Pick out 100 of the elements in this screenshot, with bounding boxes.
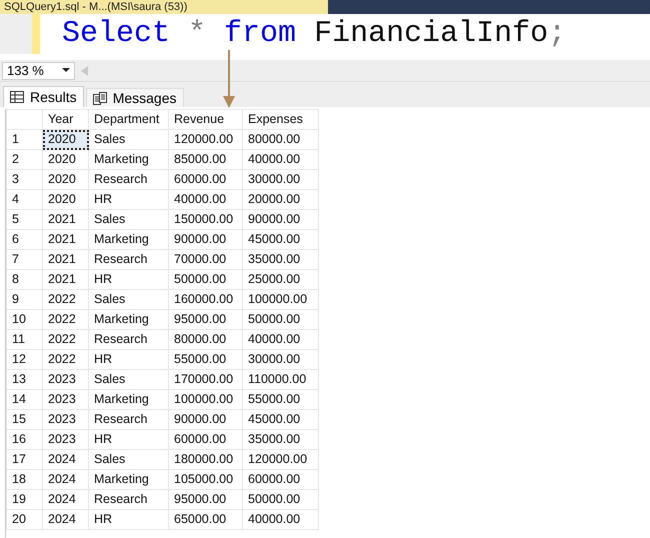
- table-cell: Sales: [88, 450, 168, 470]
- table-cell: 45000.00: [242, 230, 318, 250]
- table-cell: 170000.00: [168, 370, 242, 390]
- grid-icon: [10, 91, 24, 103]
- table-cell: 120000.00: [168, 130, 242, 150]
- table-cell: 2020: [42, 170, 88, 190]
- row-number: 3: [6, 170, 42, 190]
- table-cell: HR: [88, 350, 168, 370]
- table-cell: 2022: [42, 330, 88, 350]
- table-cell: Sales: [88, 210, 168, 230]
- row-number: 13: [6, 370, 42, 390]
- row-number: 14: [6, 390, 42, 410]
- table-cell: 2023: [42, 430, 88, 450]
- table-cell: 2024: [42, 470, 88, 490]
- row-number: 6: [6, 230, 42, 250]
- table-cell: 2021: [42, 210, 88, 230]
- table-cell: Marketing: [88, 230, 168, 250]
- column-header[interactable]: Department: [88, 110, 168, 130]
- table-cell: HR: [88, 510, 168, 530]
- table-cell: 50000.00: [242, 310, 318, 330]
- table-cell: 90000.00: [242, 210, 318, 230]
- table-cell: 2024: [42, 450, 88, 470]
- table-cell: 40000.00: [242, 510, 318, 530]
- table-cell: 80000.00: [168, 330, 242, 350]
- table-cell: 2022: [42, 350, 88, 370]
- table-cell: 2020: [42, 150, 88, 170]
- table-cell: 85000.00: [168, 150, 242, 170]
- table-cell: 150000.00: [168, 210, 242, 230]
- table-cell: 100000.00: [242, 290, 318, 310]
- document-icon: [92, 92, 107, 104]
- table-cell: 70000.00: [168, 250, 242, 270]
- table-cell: Sales: [88, 130, 168, 150]
- row-number: 16: [6, 430, 42, 450]
- table-cell: Sales: [88, 370, 168, 390]
- result-tab[interactable]: Results: [3, 86, 84, 107]
- row-number: 2: [6, 150, 42, 170]
- table-cell: 45000.00: [242, 410, 318, 430]
- row-number: 18: [6, 470, 42, 490]
- table-cell: 30000.00: [242, 170, 318, 190]
- table-cell: 2023: [42, 410, 88, 430]
- table-cell: 90000.00: [168, 230, 242, 250]
- table-cell: 35000.00: [242, 250, 318, 270]
- table-cell: 120000.00: [242, 450, 318, 470]
- arrow-annotation: [223, 50, 235, 108]
- table-cell: 20000.00: [242, 190, 318, 210]
- column-header[interactable]: Revenue: [168, 110, 242, 130]
- column-header[interactable]: Expenses: [242, 110, 318, 130]
- table-cell: 2021: [42, 250, 88, 270]
- table-cell: HR: [88, 270, 168, 290]
- table-cell: 65000.00: [168, 510, 242, 530]
- row-number: 19: [6, 490, 42, 510]
- table-cell: 95000.00: [168, 490, 242, 510]
- row-number: 10: [6, 310, 42, 330]
- change-indicator-bar: [32, 14, 40, 54]
- document-tab[interactable]: SQLQuery1.sql - M...(MSI\saura (53)): [0, 0, 328, 14]
- row-number: 9: [6, 290, 42, 310]
- table-cell: 2022: [42, 290, 88, 310]
- table-cell: 2024: [42, 490, 88, 510]
- table-cell: HR: [88, 430, 168, 450]
- table-cell: Research: [88, 490, 168, 510]
- table-cell: 35000.00: [242, 430, 318, 450]
- table-cell: Sales: [88, 290, 168, 310]
- table-cell: 60000.00: [168, 170, 242, 190]
- table-cell: 80000.00: [242, 130, 318, 150]
- table-cell: 95000.00: [168, 310, 242, 330]
- table-cell: Research: [88, 250, 168, 270]
- dropdown-caret-icon: [62, 68, 70, 73]
- row-number: 15: [6, 410, 42, 430]
- table-cell: 55000.00: [168, 350, 242, 370]
- table-cell: Marketing: [88, 390, 168, 410]
- row-number: 7: [6, 250, 42, 270]
- editor-gutter: [0, 14, 32, 54]
- row-number: 12: [6, 350, 42, 370]
- scroll-left-icon[interactable]: [81, 66, 88, 76]
- table-cell: 55000.00: [242, 390, 318, 410]
- table-cell: 90000.00: [168, 410, 242, 430]
- table-cell: 40000.00: [242, 150, 318, 170]
- row-number: 5: [6, 210, 42, 230]
- table-cell: HR: [88, 190, 168, 210]
- row-number: 4: [6, 190, 42, 210]
- table-cell: 100000.00: [168, 390, 242, 410]
- table-cell: 160000.00: [168, 290, 242, 310]
- sql-query-line: Select * from FinancialInfo;: [62, 16, 566, 53]
- row-number: 20: [6, 510, 42, 530]
- table-cell: 30000.00: [242, 350, 318, 370]
- table-cell: 2022: [42, 310, 88, 330]
- result-tab[interactable]: Messages: [86, 88, 184, 107]
- table-cell: 2020: [42, 130, 88, 150]
- table-cell: Research: [88, 170, 168, 190]
- table-cell: 50000.00: [242, 490, 318, 510]
- row-number: 8: [6, 270, 42, 290]
- row-number: 11: [6, 330, 42, 350]
- table-cell: Marketing: [88, 310, 168, 330]
- table-cell: 2021: [42, 270, 88, 290]
- table-cell: 2023: [42, 390, 88, 410]
- zoom-dropdown[interactable]: 133 %: [2, 62, 75, 80]
- table-cell: 110000.00: [242, 370, 318, 390]
- table-cell: 60000.00: [168, 430, 242, 450]
- table-cell: Research: [88, 410, 168, 430]
- table-cell: Marketing: [88, 150, 168, 170]
